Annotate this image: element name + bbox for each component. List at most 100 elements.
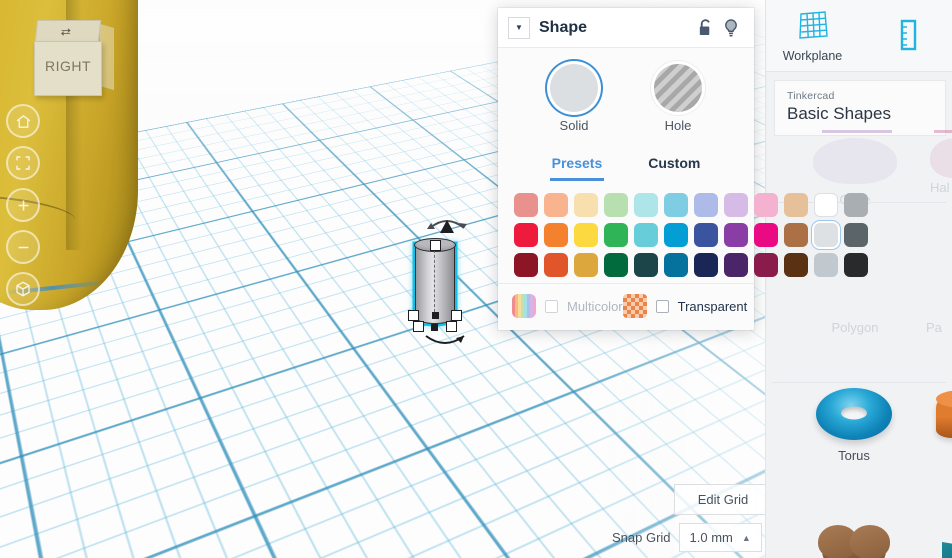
color-swatch[interactable] <box>814 253 838 277</box>
plus-icon <box>18 200 28 210</box>
view-cube-top-face[interactable]: ⇄ <box>34 20 102 42</box>
color-swatch[interactable] <box>844 223 868 247</box>
color-swatch[interactable] <box>544 223 568 247</box>
color-swatch[interactable] <box>724 223 748 247</box>
view-cube-side-face[interactable] <box>100 23 114 91</box>
corner-handle-top-left[interactable] <box>408 310 419 321</box>
tab-presets[interactable]: Presets <box>549 149 605 181</box>
shape-item-torus[interactable]: Torus <box>798 388 910 463</box>
zoom-in-button[interactable] <box>6 188 40 222</box>
toggle-light-button[interactable] <box>718 15 744 41</box>
color-swatch[interactable] <box>694 253 718 277</box>
shape-panel-collapse-button[interactable]: ▼ <box>508 16 530 39</box>
shape-mode-selector: Solid Hole <box>498 48 754 145</box>
shape-item-polygon[interactable]: Polygon <box>800 312 910 335</box>
color-swatch[interactable] <box>664 223 688 247</box>
multicolor-swatch-icon[interactable] <box>512 294 536 318</box>
color-row <box>514 253 868 277</box>
zoom-out-button[interactable] <box>6 230 40 264</box>
color-swatch[interactable] <box>814 193 838 217</box>
transparent-checkbox[interactable] <box>655 299 669 313</box>
torus-thumbnail <box>816 388 892 440</box>
color-swatch[interactable] <box>574 253 598 277</box>
color-swatch[interactable] <box>514 223 538 247</box>
snap-grid-select[interactable]: 1.0 mm ▲ <box>678 523 762 552</box>
multicolor-label: Multicolor <box>567 298 623 314</box>
shape-item-heart[interactable] <box>802 525 906 558</box>
view-cube-label: RIGHT <box>44 58 92 74</box>
view-cube-rotate-arrows-icon[interactable]: ⇄ <box>60 26 71 37</box>
tinkercad-app: ⇄ RIGHT Edit Grid Snap Grid 1.0 mm ▲ Wor… <box>0 0 952 558</box>
color-swatch[interactable] <box>724 253 748 277</box>
cylinder-center-axis <box>434 250 435 312</box>
color-swatch[interactable] <box>544 253 568 277</box>
corner-handle-top-right[interactable] <box>451 310 462 321</box>
color-swatch[interactable] <box>754 223 778 247</box>
sidebar-item-workplane[interactable]: Workplane <box>766 0 859 71</box>
workplane-grid-icon <box>798 10 828 39</box>
color-swatch[interactable] <box>604 223 628 247</box>
flat-view-button[interactable] <box>6 272 40 306</box>
color-swatch[interactable] <box>574 223 598 247</box>
rotate-handle-bottom[interactable] <box>420 330 470 352</box>
color-swatch[interactable] <box>814 223 838 247</box>
shape-item-tube-thumbnail[interactable] <box>936 390 952 438</box>
cone-ghost-accent <box>822 130 892 133</box>
half-sphere-ghost-accent <box>934 130 952 133</box>
color-swatch[interactable] <box>664 253 688 277</box>
view-cube[interactable]: ⇄ RIGHT <box>32 20 114 98</box>
right-sidebar: Workplane Tinkercad Basic Shapes Cone <box>765 0 952 558</box>
color-swatch[interactable] <box>694 193 718 217</box>
color-swatch[interactable] <box>544 193 568 217</box>
color-swatch[interactable] <box>844 253 868 277</box>
color-swatch[interactable] <box>664 193 688 217</box>
lock-shape-button[interactable] <box>692 15 718 41</box>
shape-item-half-sphere[interactable]: Hal <box>926 130 952 195</box>
sidebar-item-ruler[interactable] <box>859 0 952 71</box>
home-view-button[interactable] <box>6 104 40 138</box>
color-swatch[interactable] <box>604 253 628 277</box>
hole-swatch-icon <box>654 64 702 112</box>
color-swatch[interactable] <box>754 193 778 217</box>
color-swatch[interactable] <box>574 193 598 217</box>
shape-label-half-sphere: Hal <box>930 180 950 195</box>
color-swatch[interactable] <box>634 223 658 247</box>
color-swatch[interactable] <box>514 253 538 277</box>
color-swatch[interactable] <box>514 193 538 217</box>
color-swatch[interactable] <box>784 253 808 277</box>
shape-item-wedge-thumbnail[interactable] <box>942 542 952 558</box>
grid-controls: Edit Grid Snap Grid 1.0 mm ▲ <box>612 484 770 552</box>
color-swatch[interactable] <box>724 193 748 217</box>
transparent-group: Transparent <box>622 294 747 318</box>
rotation-arrow-icon <box>425 335 465 344</box>
rotate-handle-top[interactable] <box>424 212 470 236</box>
fit-brackets-icon <box>16 156 30 170</box>
transparent-swatch-icon[interactable] <box>622 294 647 318</box>
color-swatch[interactable] <box>604 193 628 217</box>
heart-lobe-right <box>850 525 890 558</box>
shape-library-selector[interactable]: Tinkercad Basic Shapes <box>774 80 946 136</box>
mode-solid-label: Solid <box>559 118 589 133</box>
color-swatch[interactable] <box>784 223 808 247</box>
edge-handle-center[interactable] <box>432 312 439 319</box>
color-swatch[interactable] <box>784 193 808 217</box>
color-swatch[interactable] <box>634 253 658 277</box>
color-swatch[interactable] <box>844 193 868 217</box>
fit-to-view-button[interactable] <box>6 146 40 180</box>
color-swatch[interactable] <box>634 193 658 217</box>
view-cube-front-face[interactable]: RIGHT <box>34 41 102 96</box>
color-swatch[interactable] <box>694 223 718 247</box>
shape-properties-panel: ▼ Shape Solid Hole Presets Custom Multic… <box>498 8 868 330</box>
tab-custom[interactable]: Custom <box>646 149 702 181</box>
edit-grid-button[interactable]: Edit Grid <box>674 484 770 515</box>
shape-label-paraboloid: Pa <box>926 320 942 335</box>
selected-shape-cylinder[interactable] <box>406 220 467 344</box>
mode-solid[interactable]: Solid <box>550 64 598 133</box>
snap-grid-value: 1.0 mm <box>689 530 733 545</box>
height-handle[interactable] <box>430 240 441 251</box>
multicolor-checkbox[interactable] <box>545 299 558 313</box>
shape-item-paraboloid[interactable]: Pa <box>926 312 952 335</box>
color-swatch[interactable] <box>754 253 778 277</box>
mode-hole[interactable]: Hole <box>654 64 702 133</box>
rotation-pivot-marker <box>440 220 454 233</box>
